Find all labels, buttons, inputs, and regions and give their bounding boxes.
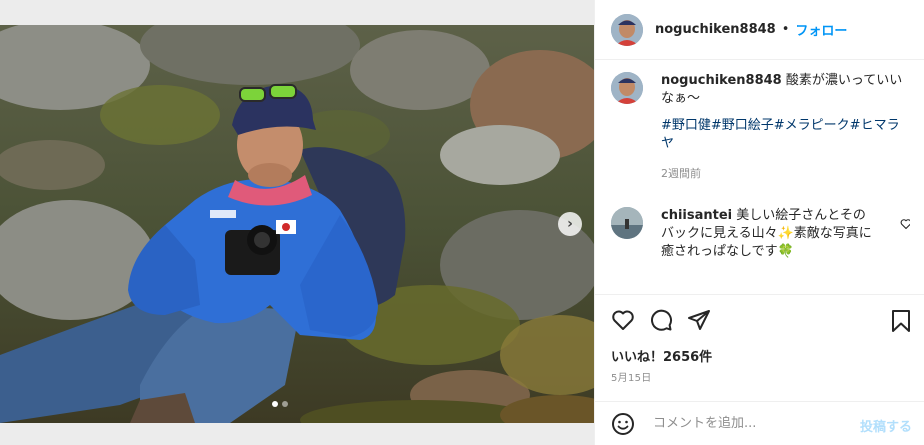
post-header: noguchiken8848 • フォロー: [595, 0, 924, 60]
carousel-dot: [282, 401, 288, 407]
carousel-indicator: [272, 401, 288, 407]
comment-input[interactable]: [651, 415, 845, 432]
avatar-image: [611, 207, 643, 239]
emoji-icon: [612, 412, 634, 435]
like-button[interactable]: [611, 308, 635, 332]
caption-text-block: noguchiken8848 酸素が濃いっていいなぁ〜 #野口健#野口絵子#メラ…: [661, 72, 910, 183]
comment-like-heart-icon[interactable]: [900, 215, 910, 234]
commenter-avatar[interactable]: [611, 207, 643, 239]
avatar-image: [611, 13, 643, 46]
chevron-right-icon: ›: [567, 216, 573, 232]
follow-button[interactable]: フォロー: [795, 20, 847, 39]
save-button[interactable]: [890, 309, 912, 337]
comment-row: chiisantei 美しい絵子さんとそのバックに見える山々✨素敵な写真に癒され…: [611, 207, 910, 261]
carousel-dot-active: [272, 401, 278, 407]
next-slide-button[interactable]: ›: [558, 212, 582, 236]
bookmark-icon: [892, 310, 910, 332]
caption-age[interactable]: 2週間前: [661, 165, 910, 183]
post-comment-button[interactable]: 投稿する: [860, 416, 912, 435]
action-bar: [595, 294, 924, 345]
comment-icon: [651, 309, 673, 331]
caption-username[interactable]: noguchiken8848: [661, 73, 782, 88]
avatar-image: [611, 72, 643, 104]
comment-button[interactable]: [649, 308, 673, 332]
caption-author-avatar[interactable]: [611, 72, 643, 104]
share-icon: [688, 310, 710, 330]
post-photo: [0, 25, 594, 423]
caption-hashtags[interactable]: #野口健#野口絵子#メラピーク#ヒマラヤ: [661, 117, 910, 153]
post-date[interactable]: 5月15日: [611, 369, 652, 384]
heart-icon: [612, 310, 634, 330]
author-username[interactable]: noguchiken8848: [655, 22, 776, 37]
emoji-button[interactable]: [611, 412, 635, 436]
comments-section: noguchiken8848 酸素が濃いっていいなぁ〜 #野口健#野口絵子#メラ…: [611, 72, 910, 294]
comment-username[interactable]: chiisantei: [661, 208, 732, 223]
post-media-area: ›: [0, 0, 594, 445]
like-count[interactable]: いいね！2656件: [611, 346, 712, 365]
header-separator: •: [781, 22, 790, 37]
author-avatar[interactable]: [611, 13, 643, 46]
comment-text-block: chiisantei 美しい絵子さんとそのバックに見える山々✨素敵な写真に癒され…: [661, 207, 876, 261]
post-side-panel: noguchiken8848 • フォロー noguchiken8848 酸素が…: [594, 0, 924, 445]
caption-row: noguchiken8848 酸素が濃いっていいなぁ〜 #野口健#野口絵子#メラ…: [611, 72, 910, 183]
share-button[interactable]: [687, 308, 711, 332]
add-comment-bar: 投稿する: [595, 401, 924, 445]
photo-hiker-in-mountains: [0, 25, 594, 423]
